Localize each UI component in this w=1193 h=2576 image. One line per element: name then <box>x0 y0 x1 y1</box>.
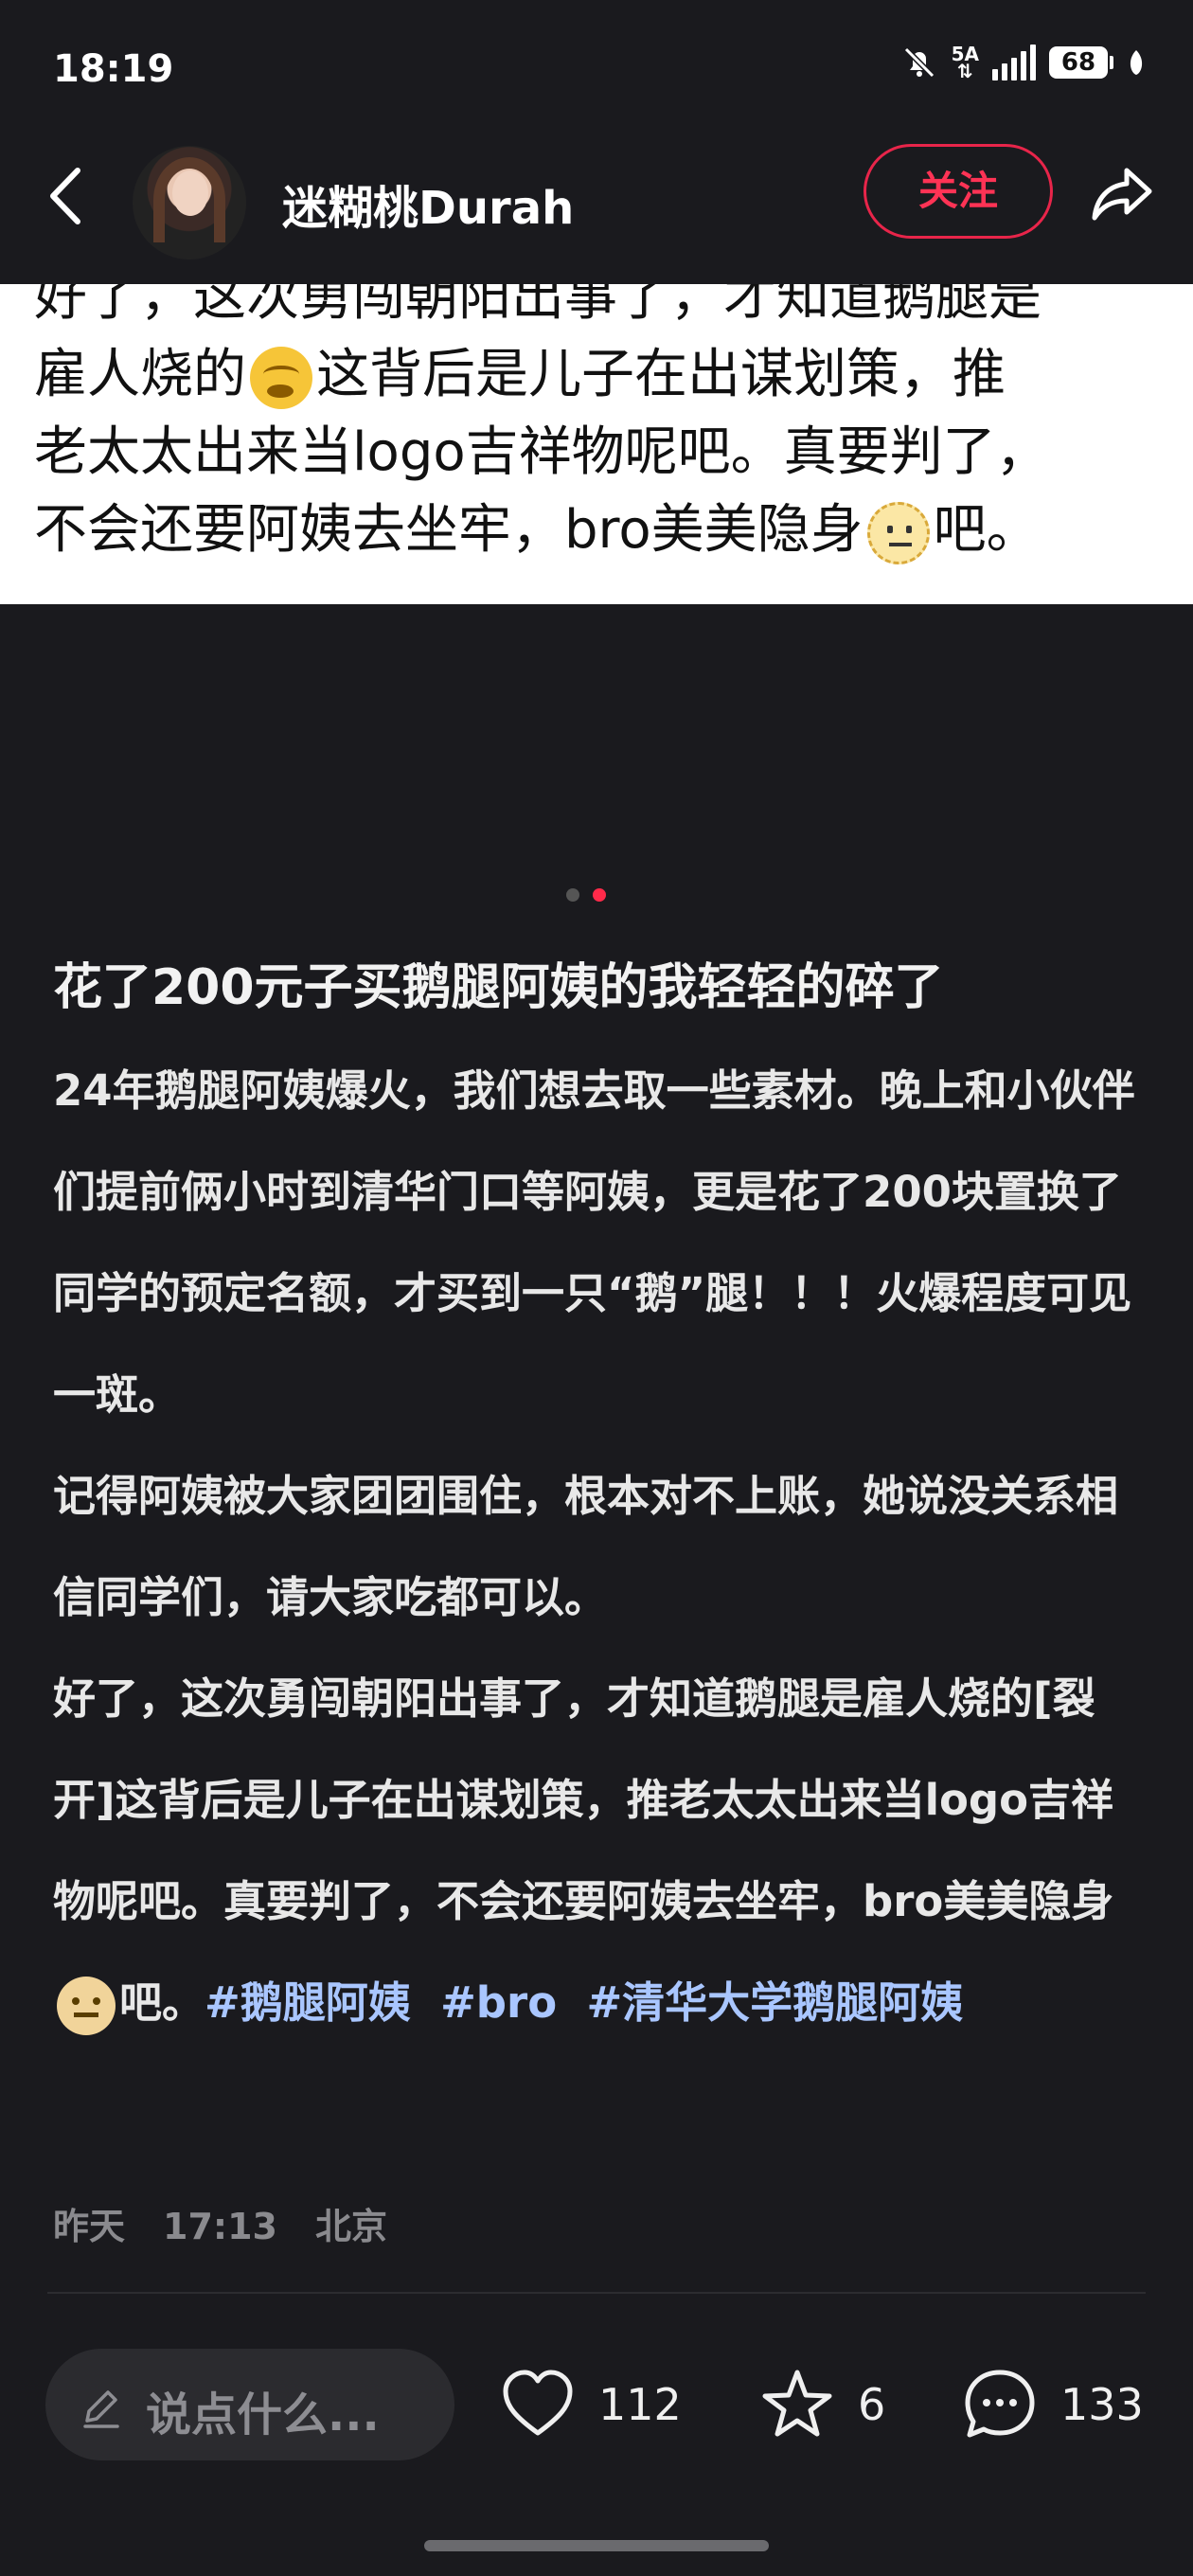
divider <box>47 2292 1146 2294</box>
dotted-face-emoji-icon <box>866 501 930 564</box>
post-paragraph: 记得阿姨被大家团团围住，根本对不上账，她说没关系相信同学们，请大家吃都可以。 <box>53 1471 1119 1622</box>
follow-button[interactable]: 关注 <box>864 144 1053 239</box>
status-time: 18:19 <box>53 47 174 91</box>
home-indicator[interactable] <box>424 2540 769 2551</box>
favorite-count: 6 <box>858 2379 886 2430</box>
post-location: 北京 <box>314 2206 387 2247</box>
hashtag[interactable]: #bro <box>440 1977 557 2028</box>
signal-icon <box>992 45 1036 80</box>
bottom-action-bar: 说点什么... 112 6 133 <box>0 2339 1193 2472</box>
image-text-line: 老太太出来当logo吉祥物呢吧。真要判了， <box>34 421 1049 483</box>
carousel-indicator <box>566 888 606 902</box>
post-image[interactable]: 好了，这次勇闯朝阳出事了，才知道鹅腿是 雇人烧的 这背后是儿子在出谋划策，推 老太… <box>0 284 1193 604</box>
post-paragraph: 24年鹅腿阿姨爆火，我们想去取一些素材。晚上和小伙伴们提前俩小时到清华门口等阿姨… <box>53 1065 1135 1420</box>
carousel-dot[interactable] <box>566 888 579 902</box>
post-time: 17:13 <box>163 2206 277 2247</box>
share-icon[interactable] <box>1089 161 1155 227</box>
mute-bell-icon <box>903 46 935 79</box>
image-text-line: 雇人烧的 这背后是儿子在出谋划策，推 <box>34 331 1006 409</box>
star-icon <box>762 2370 832 2437</box>
image-text-line: 好了，这次勇闯朝阳出事了，才知道鹅腿是 <box>34 284 1042 328</box>
leaf-icon <box>1130 50 1143 75</box>
comment-count: 133 <box>1060 2379 1144 2430</box>
comment-input[interactable]: 说点什么... <box>45 2349 454 2460</box>
carousel-dot-active[interactable] <box>593 888 606 902</box>
like-button[interactable]: 112 <box>498 2364 682 2445</box>
pencil-icon <box>83 2390 119 2428</box>
post-header: 迷糊桃Durah 关注 <box>0 133 1193 284</box>
status-icons: 5A ⇅ 68 <box>900 44 1146 81</box>
neutral-face-emoji-icon <box>57 1977 116 2035</box>
post-title: 花了200元子买鹅腿阿姨的我轻轻的碎了 <box>53 959 944 1016</box>
cracked-face-emoji-icon <box>250 346 312 409</box>
favorite-button[interactable]: 6 <box>757 2364 885 2445</box>
network-type: 5A ⇅ <box>951 43 979 82</box>
hashtag[interactable]: #鹅腿阿姨 <box>205 1977 411 2028</box>
post-paragraph: 好了，这次勇闯朝阳出事了，才知道鹅腿是雇人烧的[裂开]这背后是儿子在出谋划策，推… <box>53 1648 1142 2053</box>
username[interactable]: 迷糊桃Durah <box>282 170 574 237</box>
post-meta: 昨天 17:13 北京 <box>53 2197 425 2249</box>
image-text-line: 不会还要阿姨去坐牢，bro美美隐身 吧。 <box>34 487 1040 564</box>
back-arrow-icon[interactable] <box>44 165 91 227</box>
status-bar: 18:19 5A ⇅ 68 <box>0 0 1193 142</box>
like-count: 112 <box>598 2379 682 2430</box>
battery-level: 68 <box>1049 46 1108 79</box>
comment-placeholder: 说点什么... <box>146 2388 380 2442</box>
avatar[interactable] <box>133 146 246 259</box>
post-date: 昨天 <box>53 2206 126 2247</box>
post-body: 24年鹅腿阿姨爆火，我们想去取一些素材。晚上和小伙伴们提前俩小时到清华门口等阿姨… <box>53 1040 1142 2053</box>
comment-button[interactable]: 133 <box>960 2364 1144 2445</box>
hashtag[interactable]: #清华大学鹅腿阿姨 <box>586 1977 963 2028</box>
comment-bubble-icon <box>965 2370 1035 2438</box>
heart-icon <box>503 2370 573 2436</box>
battery-icon: 68 <box>1049 46 1113 79</box>
